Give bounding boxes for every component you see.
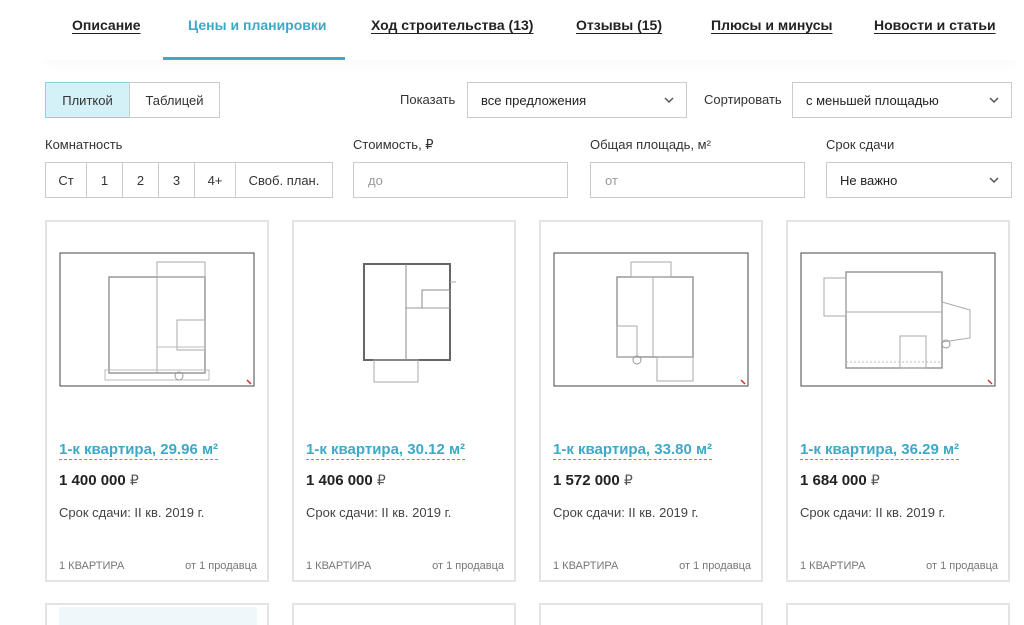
- delivery-date: Срок сдачи: II кв. 2019 г.: [306, 505, 452, 520]
- apartment-card-partial[interactable]: [292, 603, 516, 625]
- tab-prices-layouts[interactable]: Цены и планировки: [188, 17, 327, 33]
- active-tab-indicator: [163, 57, 345, 60]
- show-label: Показать: [400, 92, 456, 107]
- apartment-price: 1 406 000 ₽: [306, 472, 386, 489]
- deadline-select[interactable]: Не важно: [826, 162, 1012, 198]
- apartment-title[interactable]: 1-к квартира, 29.96 м²: [59, 441, 219, 460]
- sort-select-value: с меньшей площадью: [806, 92, 939, 108]
- floor-plan-image: [800, 252, 996, 387]
- rooms-option-4-plus[interactable]: 4+: [194, 162, 236, 198]
- apartment-card-partial[interactable]: [45, 603, 269, 625]
- sellers-count: от 1 продавца: [185, 560, 257, 572]
- view-toggle: Плиткой Таблицей: [45, 82, 220, 118]
- floor-plan-image: [363, 263, 456, 383]
- tab-construction-progress[interactable]: Ход строительства (13): [371, 17, 533, 33]
- floor-plan-image: [59, 252, 255, 387]
- currency-icon: ₽: [870, 472, 880, 488]
- apartment-count: 1 КВАРТИРА: [59, 560, 125, 572]
- section-tabs: Описание Цены и планировки Ход строитель…: [0, 0, 1024, 62]
- chevron-down-icon: [989, 177, 999, 184]
- floor-plan-image: [59, 607, 257, 625]
- apartment-card[interactable]: 1-к квартира, 33.80 м² 1 572 000 ₽ Срок …: [539, 220, 763, 582]
- currency-icon: ₽: [376, 472, 386, 488]
- rooms-option-free-layout[interactable]: Своб. план.: [235, 162, 333, 198]
- show-select-value: все предложения: [481, 92, 587, 108]
- rooms-option-2[interactable]: 2: [122, 162, 159, 198]
- area-filter-label: Общая площадь, м²: [590, 137, 711, 152]
- sort-select[interactable]: с меньшей площадью: [792, 82, 1012, 118]
- sort-label: Сортировать: [704, 92, 782, 107]
- apartment-card-partial[interactable]: [539, 603, 763, 625]
- apartment-card[interactable]: 1-к квартира, 36.29 м² 1 684 000 ₽ Срок …: [786, 220, 1010, 582]
- deadline-select-value: Не важно: [840, 172, 898, 188]
- tab-news-articles[interactable]: Новости и статьи: [874, 17, 996, 33]
- area-min-input[interactable]: [590, 162, 805, 198]
- apartment-count: 1 КВАРТИРА: [306, 560, 372, 572]
- apartment-price: 1 572 000 ₽: [553, 472, 633, 489]
- price-max-input[interactable]: [353, 162, 568, 198]
- rooms-filter-label: Комнатность: [45, 137, 123, 152]
- tab-reviews[interactable]: Отзывы (15): [576, 17, 662, 33]
- apartment-title[interactable]: 1-к квартира, 30.12 м²: [306, 441, 466, 460]
- floor-plan-image: [553, 252, 749, 387]
- currency-icon: ₽: [129, 472, 139, 488]
- rooms-option-studio[interactable]: Ст: [45, 162, 87, 198]
- deadline-filter-label: Срок сдачи: [826, 137, 895, 152]
- apartment-price: 1 684 000 ₽: [800, 472, 880, 489]
- delivery-date: Срок сдачи: II кв. 2019 г.: [59, 505, 205, 520]
- rooms-filter: Ст 1 2 3 4+ Своб. план.: [45, 162, 333, 198]
- chevron-down-icon: [664, 97, 674, 104]
- chevron-down-icon: [989, 97, 999, 104]
- delivery-date: Срок сдачи: II кв. 2019 г.: [553, 505, 699, 520]
- view-table-button[interactable]: Таблицей: [129, 82, 220, 118]
- apartment-count: 1 КВАРТИРА: [800, 560, 866, 572]
- sellers-count: от 1 продавца: [926, 560, 998, 572]
- tab-pros-cons[interactable]: Плюсы и минусы: [711, 17, 832, 33]
- currency-icon: ₽: [623, 472, 633, 488]
- delivery-date: Срок сдачи: II кв. 2019 г.: [800, 505, 946, 520]
- sellers-count: от 1 продавца: [679, 560, 751, 572]
- rooms-option-1[interactable]: 1: [86, 162, 123, 198]
- rooms-option-3[interactable]: 3: [158, 162, 195, 198]
- tab-description[interactable]: Описание: [72, 17, 141, 33]
- apartment-count: 1 КВАРТИРА: [553, 560, 619, 572]
- sellers-count: от 1 продавца: [432, 560, 504, 572]
- apartment-price: 1 400 000 ₽: [59, 472, 139, 489]
- apartment-title[interactable]: 1-к квартира, 36.29 м²: [800, 441, 960, 460]
- price-filter-label: Стоимость, ₽: [353, 137, 434, 152]
- apartment-card[interactable]: 1-к квартира, 29.96 м² 1 400 000 ₽ Срок …: [45, 220, 269, 582]
- apartment-card-partial[interactable]: [786, 603, 1010, 625]
- apartment-card[interactable]: 1-к квартира, 30.12 м² 1 406 000 ₽ Срок …: [292, 220, 516, 582]
- show-select[interactable]: все предложения: [467, 82, 687, 118]
- apartment-title[interactable]: 1-к квартира, 33.80 м²: [553, 441, 713, 460]
- view-tiles-button[interactable]: Плиткой: [45, 82, 130, 118]
